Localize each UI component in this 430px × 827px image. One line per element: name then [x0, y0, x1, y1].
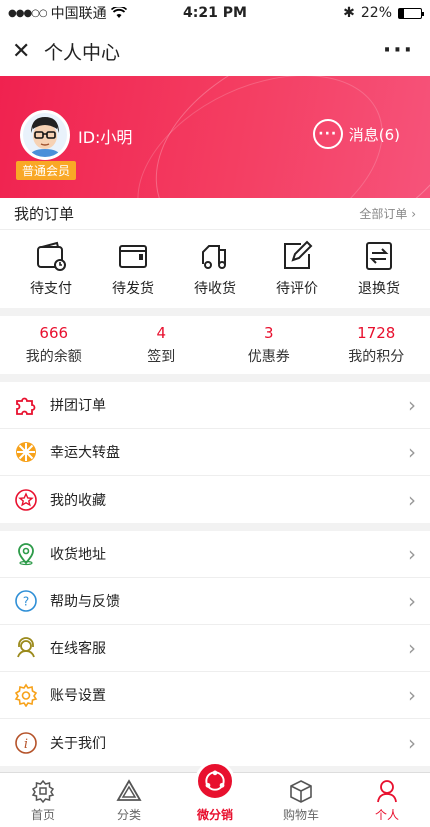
messages-button[interactable]: ··· 消息(6)	[312, 119, 400, 149]
chevron-right-icon: ›	[408, 440, 416, 464]
bottom-tab-bar: 首页 分类 微分销 购物车 个人	[0, 761, 430, 827]
star-icon	[14, 488, 38, 512]
svg-text:?: ?	[23, 595, 29, 609]
menu-lucky-wheel[interactable]: 幸运大转盘 ›	[0, 429, 430, 476]
chevron-right-icon: ›	[411, 207, 416, 221]
battery-icon	[398, 7, 424, 19]
order-returns[interactable]: 退换货	[344, 240, 414, 298]
truck-icon	[202, 245, 226, 269]
order-pending-shipment[interactable]: 待发货	[98, 240, 168, 298]
avatar-image	[23, 113, 67, 157]
chevron-right-icon: ›	[408, 487, 416, 512]
share-icon	[195, 761, 235, 801]
location-icon	[14, 542, 38, 566]
avatar[interactable]	[20, 110, 70, 160]
menu-online-service[interactable]: 在线客服 ›	[0, 625, 430, 672]
chevron-right-icon: ›	[408, 730, 416, 755]
chevron-right-icon: ›	[408, 393, 416, 417]
category-icon	[116, 779, 142, 801]
help-icon: ?	[14, 589, 38, 613]
user-icon	[377, 780, 397, 803]
all-orders-link[interactable]: 全部订单 ›	[359, 205, 416, 222]
message-icon: ···	[312, 119, 343, 149]
wallet-clock-icon	[37, 241, 66, 271]
tab-cart[interactable]: 购物车	[258, 773, 344, 827]
page-title: 个人中心	[44, 41, 121, 64]
menu-group-activities: 拼团订单 › 幸运大转盘 › 我的收藏 ›	[0, 382, 430, 523]
more-icon[interactable]: ···	[383, 38, 414, 63]
chevron-right-icon: ›	[408, 589, 416, 613]
carrier: 中国联通	[50, 6, 107, 22]
chevron-right-icon: ›	[408, 636, 416, 660]
wheel-icon	[14, 440, 38, 464]
wifi-icon	[110, 7, 127, 18]
status-bar: ●●●○○ 中国联通 4:21 PM ✱ 22%	[0, 0, 430, 26]
tab-profile[interactable]: 个人	[344, 773, 430, 827]
messages-label: 消息(6)	[348, 125, 400, 144]
order-pending-payment[interactable]: 待支付	[16, 240, 86, 298]
menu-about-us[interactable]: i 关于我们 ›	[0, 719, 430, 766]
menu-shipping-address[interactable]: 收货地址 ›	[0, 531, 430, 578]
chevron-right-icon: ›	[408, 683, 416, 707]
menu-group-account: 收货地址 › ? 帮助与反馈 › 在线客服 › 账号设置 › i 关于我们 ›	[0, 531, 430, 766]
tab-home[interactable]: 首页	[0, 773, 86, 827]
stat-points[interactable]: 1728 我的积分	[331, 324, 421, 366]
personal-center-page: ●●●○○ 中国联通 4:21 PM ✱ 22% ✕ 个人中心 ··· 普通会员…	[0, 0, 430, 827]
wallet-icon	[119, 245, 147, 268]
menu-favorites[interactable]: 我的收藏 ›	[0, 476, 430, 523]
profile-header: 普通会员 ID:小明 ··· 消息(6)	[0, 76, 430, 198]
tab-distribution[interactable]: 微分销	[172, 761, 258, 827]
member-level-badge: 普通会员	[16, 161, 77, 180]
tab-category[interactable]: 分类	[86, 773, 172, 827]
svg-text:i: i	[24, 737, 28, 752]
order-pending-receipt[interactable]: 待收货	[180, 240, 250, 298]
account-stats: 666 我的余额 4 签到 3 优惠券 1728 我的积分	[0, 316, 430, 374]
chevron-right-icon: ›	[408, 542, 416, 566]
menu-group-buy-orders[interactable]: 拼团订单 ›	[0, 382, 430, 429]
stat-balance[interactable]: 666 我的余额	[9, 324, 99, 366]
stat-checkin[interactable]: 4 签到	[116, 324, 206, 366]
puzzle-icon	[14, 393, 38, 417]
bluetooth-icon: ✱	[343, 5, 355, 21]
order-pending-review[interactable]: 待评价	[262, 240, 332, 298]
edit-icon	[284, 240, 313, 269]
user-id: ID:小明	[78, 128, 133, 147]
info-icon: i	[14, 731, 38, 755]
nav-bar: ✕ 个人中心 ···	[0, 26, 430, 76]
cart-icon	[290, 780, 312, 803]
orders-title: 我的订单	[14, 205, 75, 223]
orders-section: 我的订单 全部订单 › 待支付 待发货 待收货 待评价 退换货	[0, 198, 430, 308]
menu-account-settings[interactable]: 账号设置 ›	[0, 672, 430, 719]
menu-help-feedback[interactable]: ? 帮助与反馈 ›	[0, 578, 430, 625]
exchange-icon	[366, 242, 392, 270]
stat-coupons[interactable]: 3 优惠券	[224, 324, 314, 366]
close-icon[interactable]: ✕	[12, 39, 40, 64]
home-icon	[31, 779, 55, 804]
service-icon	[14, 636, 38, 660]
signal-icon: ●●●○○	[8, 7, 48, 19]
battery-percent: 22%	[360, 5, 392, 21]
settings-icon	[14, 683, 38, 707]
